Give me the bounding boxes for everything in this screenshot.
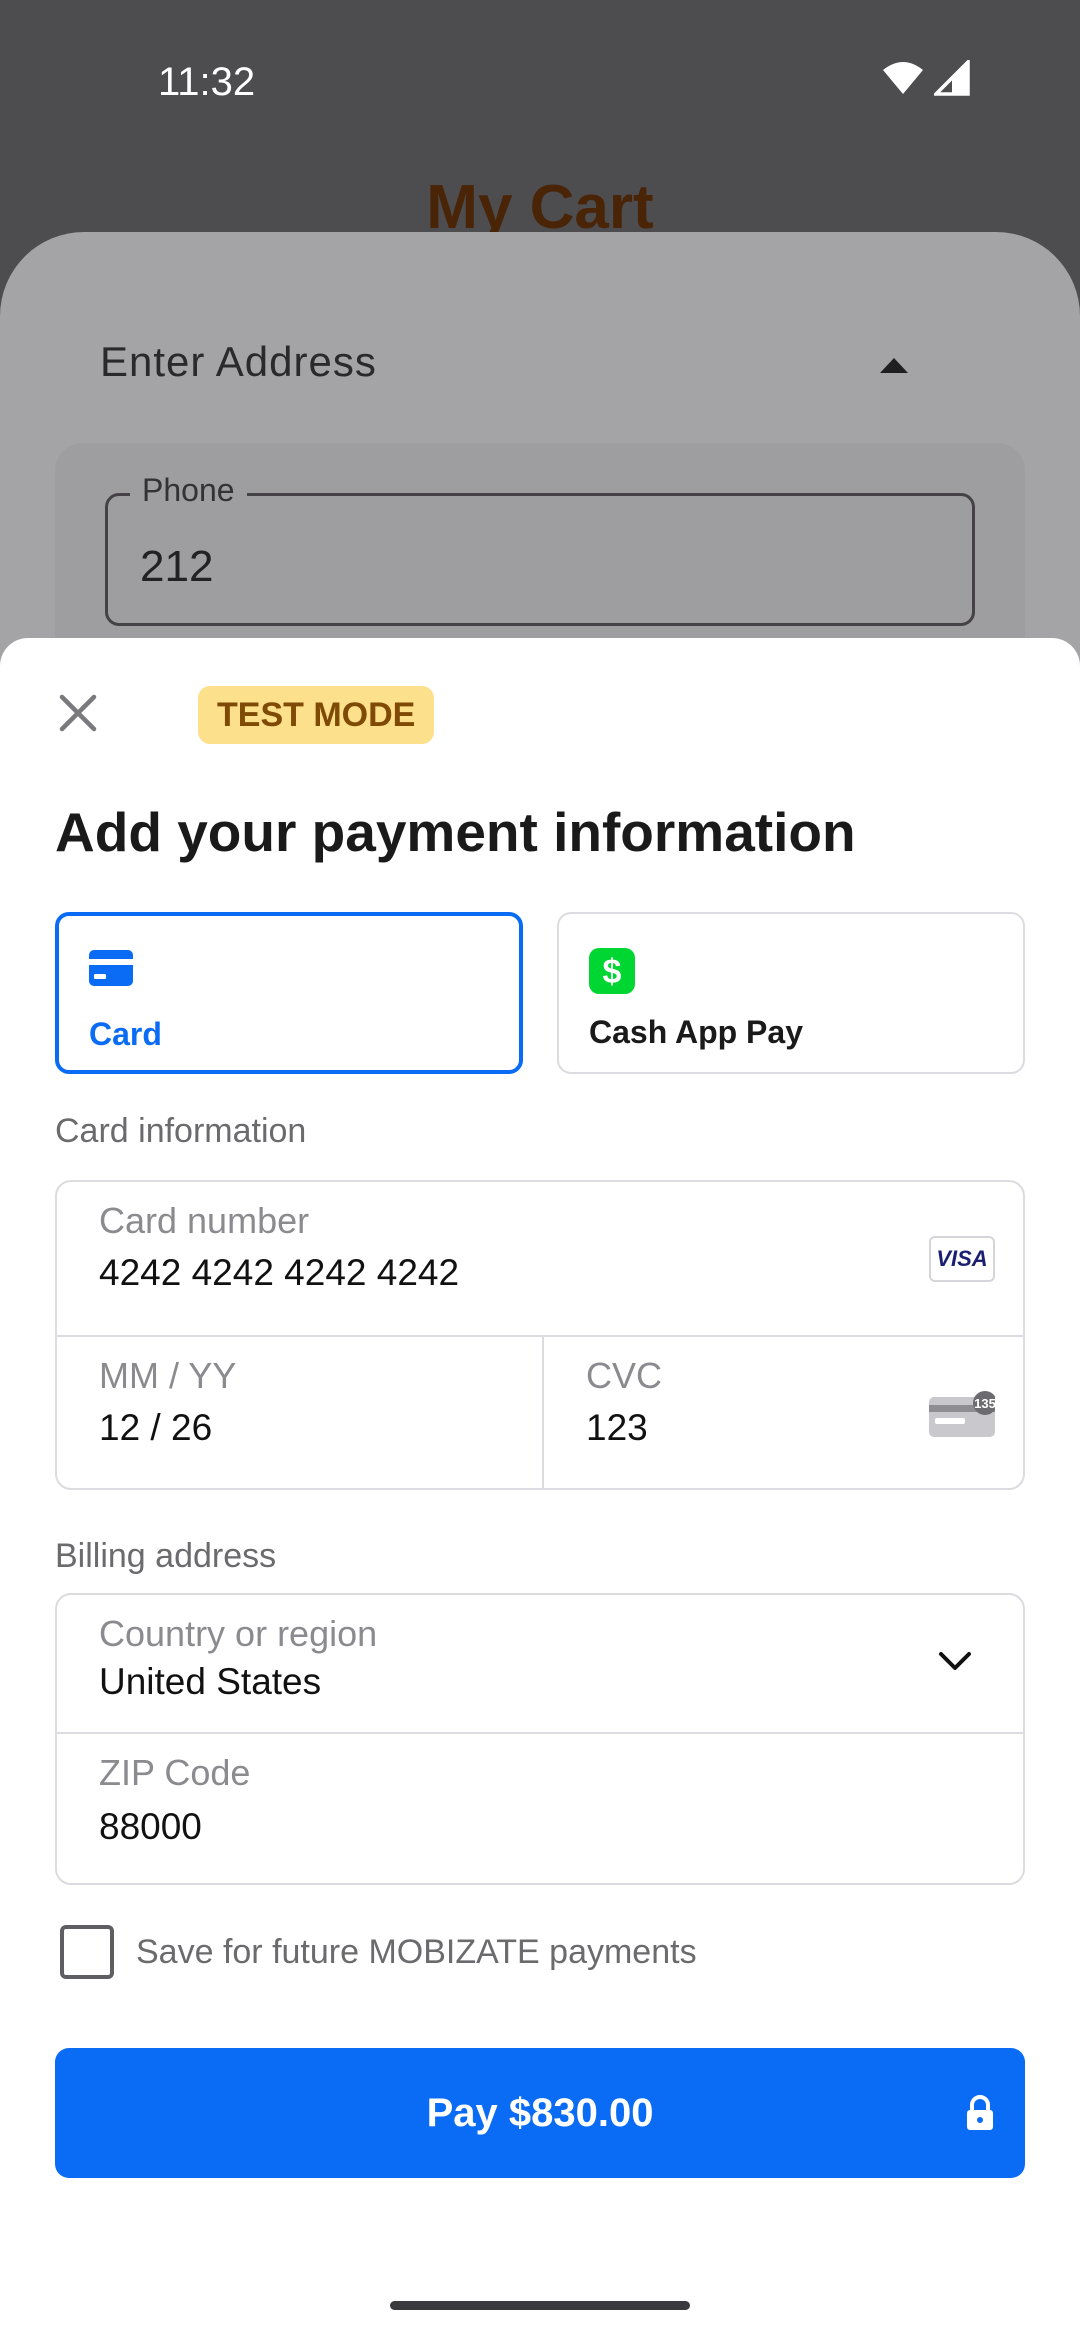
cvc-field[interactable]: CVC 123 135 <box>544 1337 1023 1488</box>
phone-field-label: Phone <box>130 472 247 509</box>
home-indicator[interactable] <box>390 2301 690 2310</box>
expiry-label: MM / YY <box>99 1355 237 1396</box>
billing-address-label: Billing address <box>55 1537 277 1575</box>
pay-button-label: Pay $830.00 <box>426 2090 654 2135</box>
billing-fieldset: Country or region United States ZIP Code… <box>55 1593 1025 1885</box>
sheet-title: Add your payment information <box>55 801 856 863</box>
payment-sheet: TEST MODE Add your payment information C… <box>0 638 1080 2340</box>
cvc-label: CVC <box>586 1355 663 1396</box>
status-icons <box>882 60 970 96</box>
zip-value[interactable]: 88000 <box>99 1806 202 1848</box>
zip-label: ZIP Code <box>99 1752 251 1793</box>
card-info-fieldset: Card number 4242 4242 4242 4242 VISA MM … <box>55 1180 1025 1490</box>
country-value: United States <box>99 1661 322 1702</box>
expiry-field[interactable]: MM / YY 12 / 26 <box>57 1337 542 1488</box>
country-select[interactable]: Country or region United States <box>57 1595 1023 1732</box>
country-label: Country or region <box>99 1613 378 1654</box>
save-payment-row[interactable]: Save for future MOBIZATE payments <box>60 1925 697 1979</box>
card-number-value[interactable]: 4242 4242 4242 4242 <box>99 1252 459 1294</box>
pay-button[interactable]: Pay $830.00 <box>55 2048 1025 2178</box>
collapse-arrow-icon <box>880 358 908 373</box>
test-mode-badge: TEST MODE <box>198 686 435 744</box>
svg-text:$: $ <box>603 953 622 991</box>
status-time: 11:32 <box>158 60 256 104</box>
payment-method-cash-app-label: Cash App Pay <box>589 1014 803 1050</box>
wifi-icon <box>883 62 923 94</box>
payment-method-card[interactable]: Card <box>55 912 523 1074</box>
save-payment-checkbox[interactable] <box>60 1925 114 1979</box>
card-number-label: Card number <box>99 1200 310 1241</box>
visa-icon: VISA <box>929 1236 995 1282</box>
card-number-field[interactable]: Card number 4242 4242 4242 4242 VISA <box>57 1182 1023 1335</box>
credit-card-icon <box>89 950 133 986</box>
status-bar: 11:32 <box>0 0 1080 170</box>
cvc-card-icon: 135 <box>929 1391 995 1437</box>
save-payment-label: Save for future MOBIZATE payments <box>136 1932 697 1971</box>
cvc-value[interactable]: 123 <box>586 1407 648 1449</box>
close-icon <box>59 694 97 732</box>
cvc-hint: 135 <box>974 1396 995 1411</box>
close-button[interactable] <box>50 685 106 741</box>
chevron-down-icon <box>939 1652 971 1670</box>
phone-field-value: 212 <box>140 542 214 591</box>
cash-app-icon: $ <box>589 948 635 994</box>
address-dropdown-label: Enter Address <box>100 338 377 385</box>
cell-signal-icon <box>934 60 970 96</box>
phone-field: Phone 212 <box>105 472 975 626</box>
zip-field[interactable]: ZIP Code 88000 <box>57 1734 1023 1883</box>
lock-icon <box>967 2095 993 2130</box>
card-info-label: Card information <box>55 1112 307 1150</box>
expiry-value[interactable]: 12 / 26 <box>99 1407 212 1449</box>
payment-method-cash-app[interactable]: $ Cash App Pay <box>557 912 1025 1074</box>
payment-method-card-label: Card <box>89 1016 162 1052</box>
